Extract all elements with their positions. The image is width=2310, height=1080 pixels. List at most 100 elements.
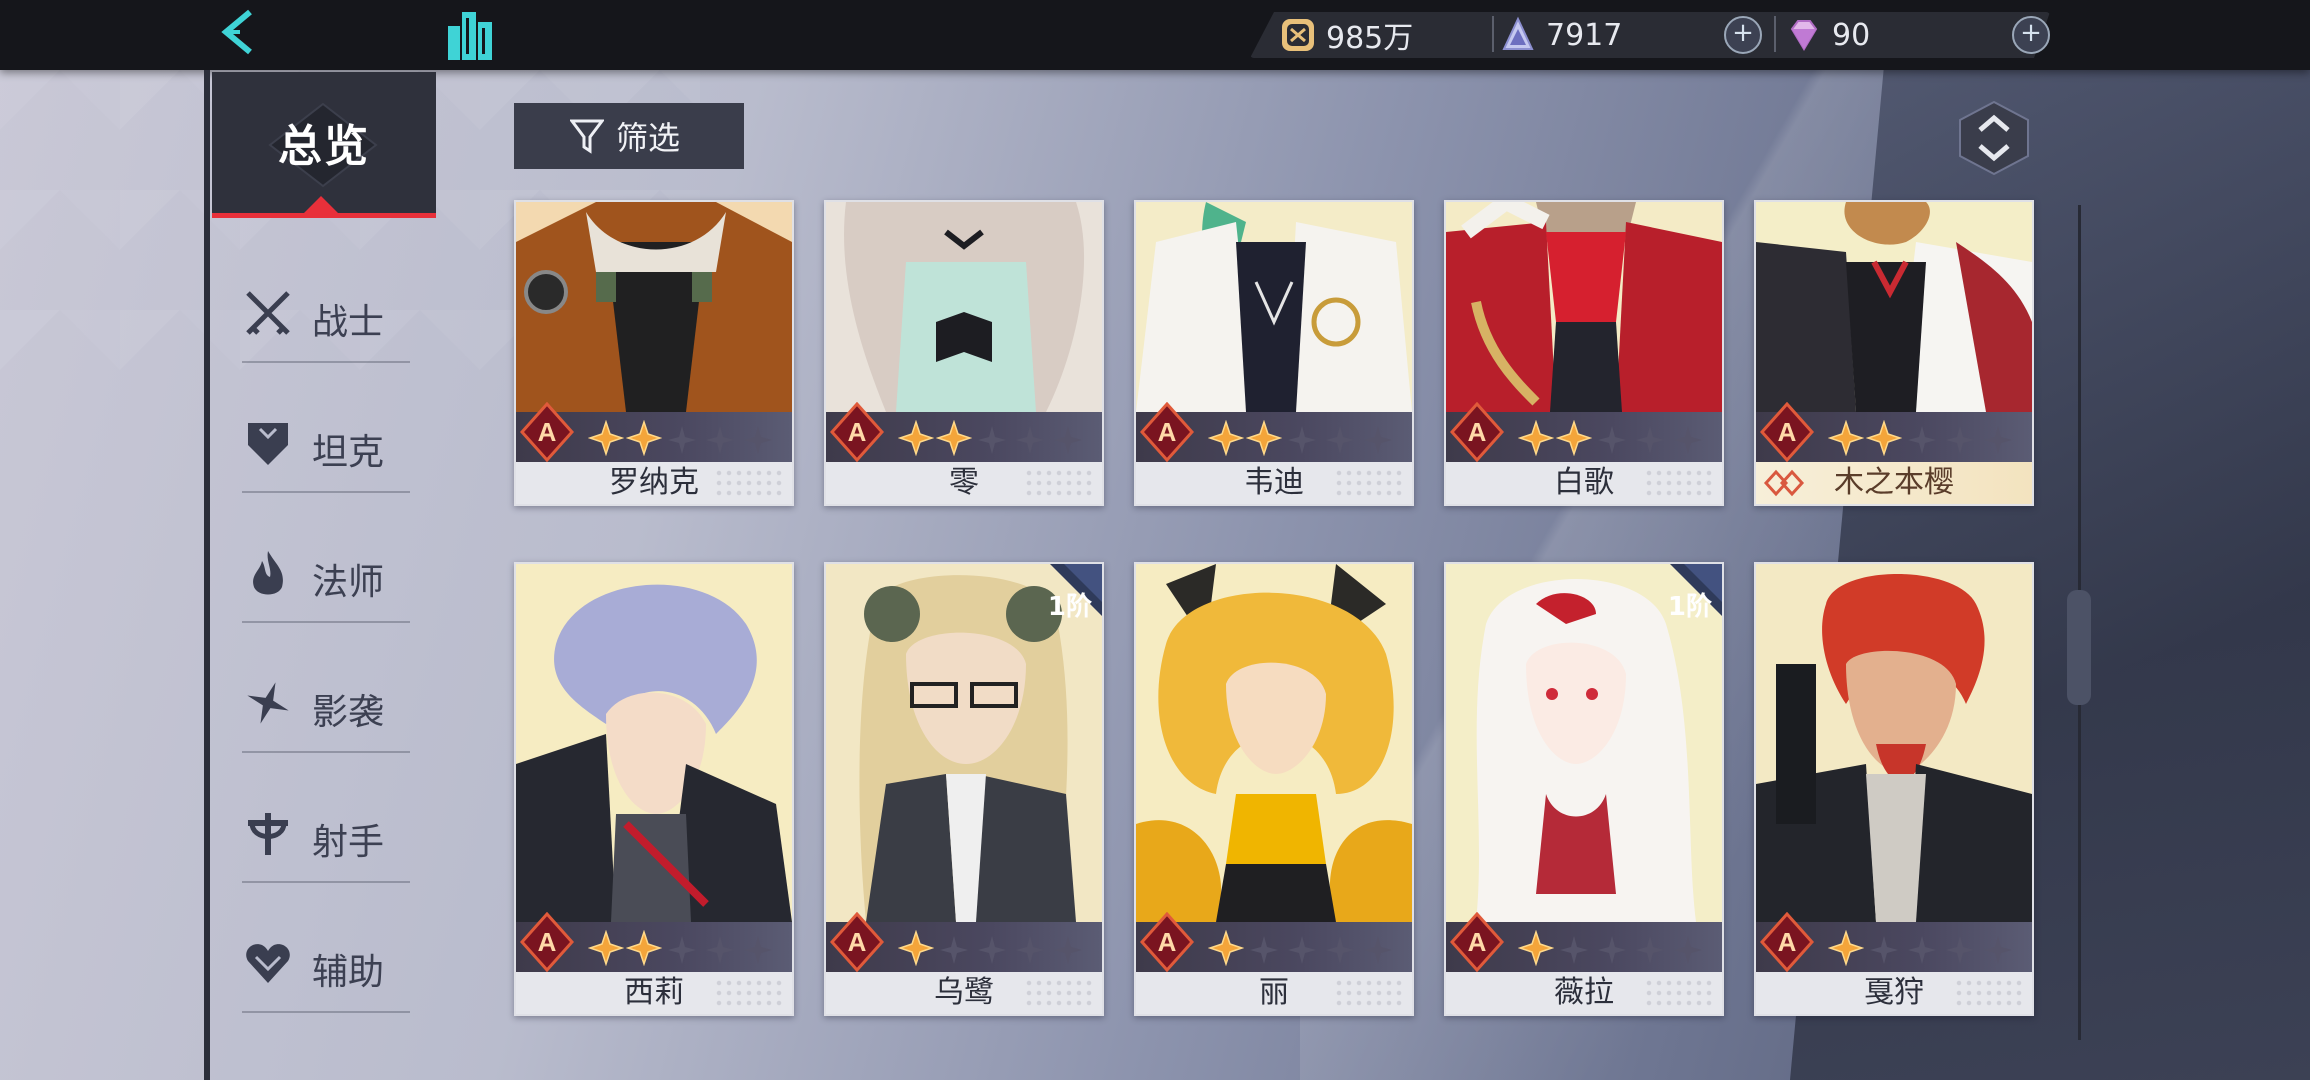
svg-text:A: A — [1468, 417, 1487, 447]
sidebar-item-tank[interactable]: 坦克 — [242, 395, 410, 493]
star-empty-icon — [1016, 426, 1044, 454]
star-empty-icon — [1560, 936, 1588, 964]
star-empty-icon — [706, 426, 734, 454]
star-empty-icon — [978, 936, 1006, 964]
refresh-arrows-icon — [1959, 100, 2029, 176]
decor-dots — [1954, 978, 2024, 1008]
hero-card[interactable]: A 戛狩 — [1754, 562, 2034, 1016]
gold-coin-icon — [1282, 19, 1314, 51]
sidebar-item-support[interactable]: 辅助 — [242, 915, 410, 1013]
star-empty-icon — [668, 426, 696, 454]
star-empty-icon — [940, 936, 968, 964]
sidebar-item-label: 射手 — [312, 822, 385, 863]
star-empty-icon — [1016, 936, 1044, 964]
shuriken-icon — [247, 682, 289, 724]
hero-card[interactable]: A 韦迪 — [1134, 200, 1414, 506]
sidebar-item-assassin[interactable]: 影袭 — [242, 655, 410, 753]
hero-card[interactable]: A 罗纳克 — [514, 200, 794, 506]
sidebar-item-warrior[interactable]: 战士 — [242, 265, 410, 363]
sidebar-item-marksman[interactable]: 射手 — [242, 785, 410, 883]
rank-bar: A — [826, 912, 1102, 972]
sidebar-item-label: 影袭 — [312, 692, 385, 733]
home-city-button[interactable] — [440, 4, 502, 66]
star-empty-icon — [706, 936, 734, 964]
star-filled-icon — [626, 420, 662, 456]
star-empty-icon — [1636, 426, 1664, 454]
rank-bar: A — [1446, 402, 1722, 462]
rank-bar: A — [1756, 402, 2032, 462]
star-empty-icon — [1054, 936, 1082, 964]
star-empty-icon — [1364, 426, 1392, 454]
grade-badge-icon: A — [1450, 402, 1504, 462]
hero-card[interactable]: A 白歌 — [1444, 200, 1724, 506]
scrollbar-thumb[interactable] — [2067, 590, 2091, 705]
add-crystal-button[interactable]: + — [1724, 16, 1762, 54]
svg-text:A: A — [1158, 417, 1177, 447]
hero-card[interactable]: 1阶 A 乌鹭 — [824, 562, 1104, 1016]
hero-portrait — [1756, 564, 2032, 922]
add-gem-button[interactable]: + — [2012, 16, 2050, 54]
star-filled-icon — [1828, 930, 1864, 966]
flame-icon — [253, 551, 283, 595]
star-filled-icon — [1208, 930, 1244, 966]
svg-text:A: A — [1778, 927, 1797, 957]
star-filled-icon — [1866, 420, 1902, 456]
decor-dots — [1644, 468, 1714, 498]
back-button[interactable] — [210, 4, 270, 64]
star-empty-icon — [1636, 936, 1664, 964]
hero-card[interactable]: A 西莉 — [514, 562, 794, 1016]
hero-portrait — [1756, 202, 2032, 412]
hero-portrait — [826, 202, 1102, 412]
top-bar: 985万 7917 + 90 + — [0, 0, 2310, 70]
star-empty-icon — [1326, 936, 1354, 964]
svg-text:A: A — [848, 417, 867, 447]
star-filled-icon — [588, 930, 624, 966]
star-empty-icon — [1870, 936, 1898, 964]
star-empty-icon — [1908, 426, 1936, 454]
hero-portrait — [1136, 564, 1412, 922]
decor-dots — [1334, 978, 1404, 1008]
back-arrow-icon — [221, 9, 252, 55]
star-empty-icon — [1984, 936, 2012, 964]
sidebar-item-label: 法师 — [312, 562, 385, 603]
active-indicator-triangle — [303, 196, 339, 214]
grade-badge-icon: A — [520, 912, 574, 972]
hero-card[interactable]: A 零 — [824, 200, 1104, 506]
grade-badge-icon: A — [1140, 402, 1194, 462]
tier-badge-label: 1阶 — [1667, 592, 1712, 622]
decor-dots — [1334, 468, 1404, 498]
star-empty-icon — [668, 936, 696, 964]
grade-badge-icon: A — [1450, 912, 1504, 972]
rank-bar: A — [1136, 912, 1412, 972]
crystal-amount: 7917 — [1546, 17, 1623, 53]
star-empty-icon — [1984, 426, 2012, 454]
sidebar-item-mage[interactable]: 法师 — [242, 525, 410, 623]
grade-badge-icon: A — [830, 402, 884, 462]
star-empty-icon — [1598, 426, 1626, 454]
sort-toggle-button[interactable] — [1958, 100, 2030, 176]
rank-bar: A — [1446, 912, 1722, 972]
svg-text:A: A — [1158, 927, 1177, 957]
star-empty-icon — [1946, 426, 1974, 454]
city-icon — [448, 12, 492, 60]
grade-badge-icon: A — [1760, 402, 1814, 462]
sidebar-item-label: 辅助 — [312, 952, 385, 993]
decor-dots — [1024, 978, 1094, 1008]
grade-badge-icon: A — [520, 402, 574, 462]
heart-icon — [246, 944, 290, 983]
crosshair-icon — [248, 813, 288, 855]
filter-button[interactable]: 筛选 — [514, 103, 744, 169]
hero-card[interactable]: A 木之本樱 — [1754, 200, 2034, 506]
hero-portrait — [1446, 202, 1722, 412]
hero-card[interactable]: A 丽 — [1134, 562, 1414, 1016]
star-empty-icon — [1288, 426, 1316, 454]
star-empty-icon — [744, 936, 772, 964]
star-empty-icon — [1908, 936, 1936, 964]
star-filled-icon — [1828, 420, 1864, 456]
sidebar-item-label: 战士 — [312, 302, 385, 343]
star-empty-icon — [744, 426, 772, 454]
diamond-icon — [1790, 20, 1818, 51]
tab-overview-label: 总览 — [278, 121, 370, 172]
crystal-icon — [1502, 16, 1534, 50]
hero-card[interactable]: 1阶 A 薇拉 — [1444, 562, 1724, 1016]
